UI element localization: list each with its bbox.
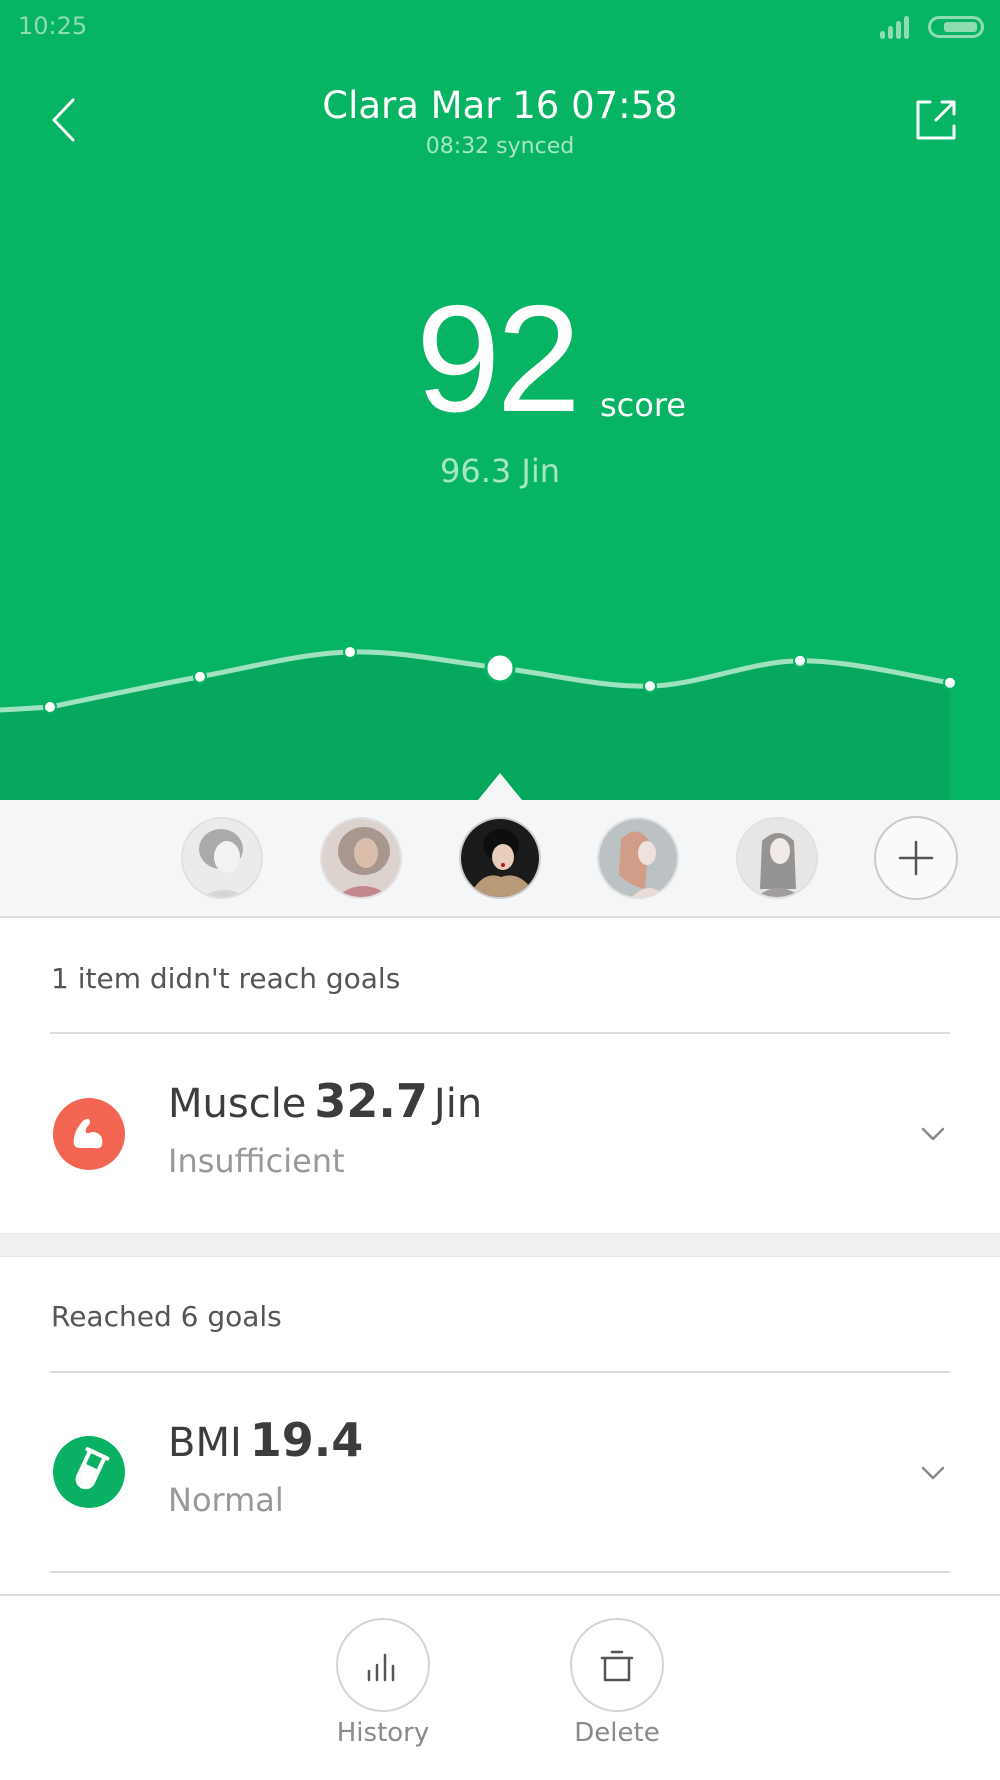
battery-icon bbox=[928, 16, 984, 38]
share-external-icon bbox=[916, 100, 956, 140]
metric-status: Insufficient bbox=[168, 1142, 345, 1180]
history-button[interactable] bbox=[336, 1618, 430, 1712]
avatar-profile-5[interactable] bbox=[736, 817, 818, 899]
metric-name: BMI bbox=[168, 1420, 242, 1466]
muscle-arm-icon bbox=[53, 1098, 125, 1170]
divider bbox=[50, 1032, 950, 1034]
unmet-goals-heading: 1 item didn't reach goals bbox=[51, 962, 401, 995]
divider bbox=[50, 1371, 950, 1373]
trend-point[interactable] bbox=[343, 645, 357, 659]
metric-title: BMI 19.4 bbox=[168, 1413, 363, 1467]
bottom-action-bar: History Delete bbox=[0, 1594, 1000, 1780]
avatar-image bbox=[738, 819, 816, 897]
met-goals-heading: Reached 6 goals bbox=[51, 1300, 282, 1333]
delete-label[interactable]: Delete bbox=[537, 1718, 697, 1748]
trend-area-fill bbox=[0, 651, 950, 800]
divider bbox=[50, 1571, 950, 1573]
share-button[interactable] bbox=[908, 92, 964, 148]
metric-value: 19.4 bbox=[249, 1413, 364, 1467]
score-unit: score bbox=[600, 386, 686, 424]
bar-chart-icon bbox=[367, 1653, 395, 1682]
metric-value: 32.7 bbox=[314, 1074, 428, 1128]
plus-icon bbox=[898, 840, 934, 876]
trash-icon bbox=[600, 1650, 634, 1682]
trend-point[interactable] bbox=[793, 653, 807, 668]
section-separator bbox=[0, 1233, 1000, 1257]
avatar-profile-4[interactable] bbox=[597, 817, 679, 899]
metric-row-muscle[interactable]: Muscle 32.7 Jin Insufficient bbox=[0, 1058, 1000, 1208]
add-profile-button[interactable] bbox=[874, 816, 958, 900]
avatar-image bbox=[599, 819, 677, 897]
chevron-down-icon[interactable] bbox=[918, 1463, 948, 1483]
score-value: 92 bbox=[416, 274, 581, 444]
metric-title: Muscle 32.7 Jin bbox=[168, 1074, 482, 1128]
metric-status: Normal bbox=[168, 1481, 284, 1519]
chevron-down-icon[interactable] bbox=[918, 1124, 948, 1144]
profile-switcher bbox=[0, 800, 1000, 918]
sync-status: 08:32 synced bbox=[425, 134, 575, 159]
history-label[interactable]: History bbox=[303, 1718, 463, 1748]
trend-point-selected[interactable] bbox=[484, 652, 516, 684]
weight-value: 96.3 Jin bbox=[439, 452, 561, 490]
test-tube-icon bbox=[53, 1436, 125, 1508]
delete-button[interactable] bbox=[570, 1618, 664, 1712]
avatar-image bbox=[183, 819, 261, 897]
metric-row-bmi[interactable]: BMI 19.4 Normal bbox=[0, 1397, 1000, 1547]
avatar-profile-3-selected[interactable] bbox=[459, 817, 541, 899]
avatar-image bbox=[461, 819, 539, 897]
trend-point[interactable] bbox=[43, 700, 57, 714]
avatar-profile-1[interactable] bbox=[181, 817, 263, 899]
trend-point[interactable] bbox=[193, 669, 207, 684]
score-trend-chart bbox=[0, 645, 957, 800]
metric-name: Muscle bbox=[168, 1081, 307, 1127]
page-title: Clara Mar 16 07:58 bbox=[322, 84, 678, 127]
metric-unit: Jin bbox=[433, 1081, 483, 1127]
signal-bars-icon bbox=[880, 16, 909, 39]
status-time: 10:25 bbox=[18, 12, 88, 40]
trend-point[interactable] bbox=[643, 679, 657, 694]
avatar-profile-2[interactable] bbox=[320, 817, 402, 899]
avatar-image bbox=[322, 819, 400, 897]
trend-point[interactable] bbox=[943, 675, 957, 690]
